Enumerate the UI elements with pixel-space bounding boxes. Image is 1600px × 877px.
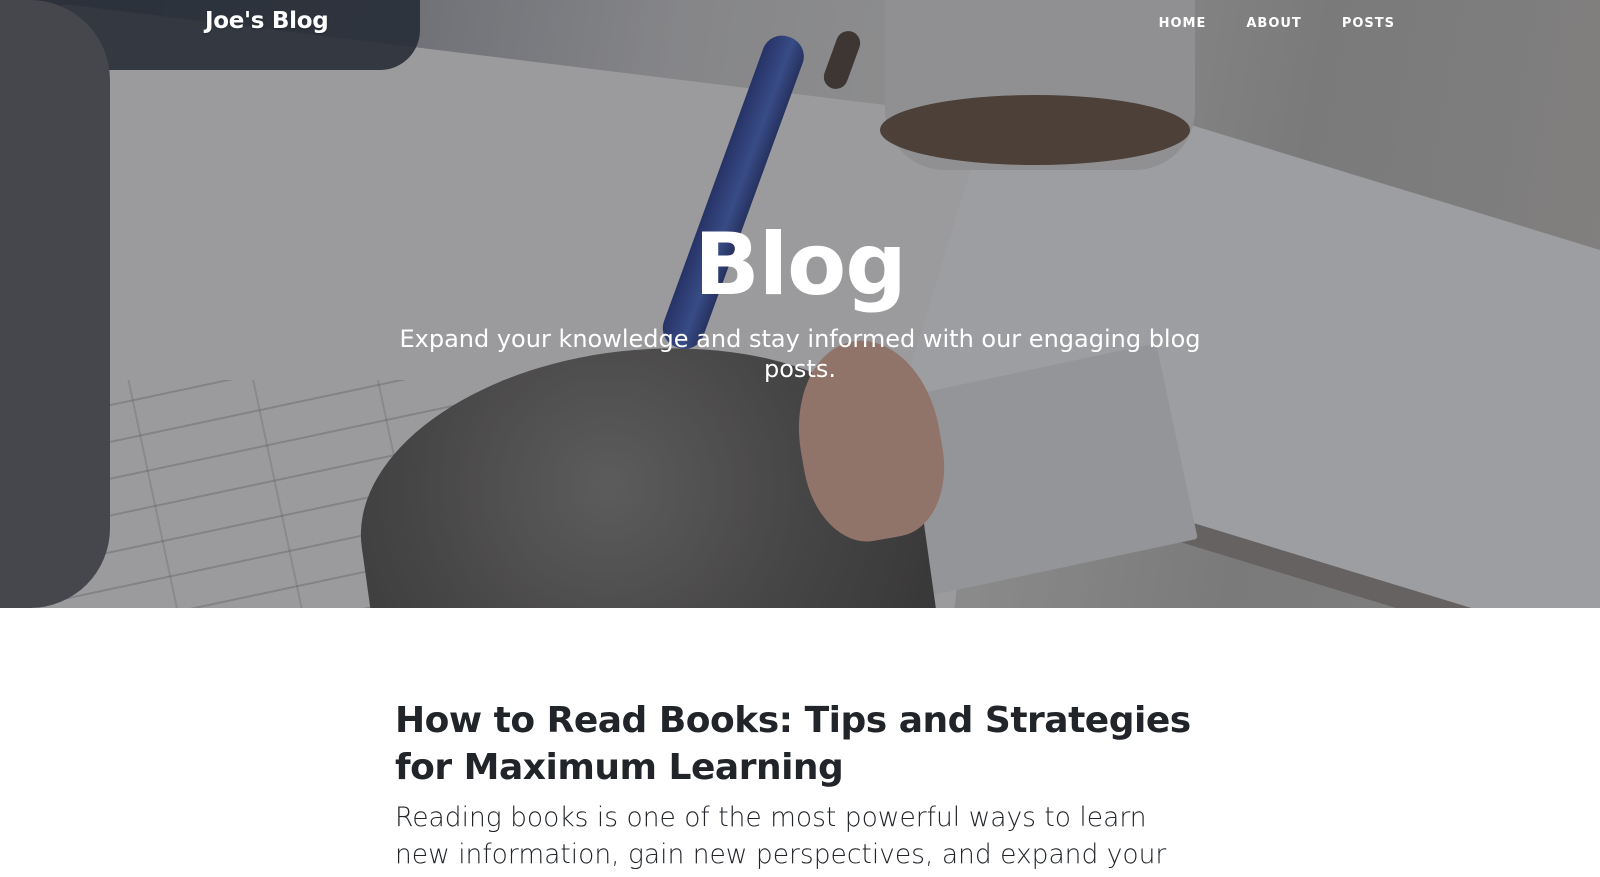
nav-home-link[interactable]: HOME xyxy=(1159,16,1207,31)
post-title-link[interactable]: How to Read Books: Tips and Strategies f… xyxy=(395,697,1215,791)
post-list: How to Read Books: Tips and Strategies f… xyxy=(395,697,1215,873)
post-excerpt: Reading books is one of the most powerfu… xyxy=(395,802,1167,870)
page-title: Blog xyxy=(694,215,907,315)
page-subtitle: Expand your knowledge and stay informed … xyxy=(399,325,1201,383)
nav-posts-link[interactable]: POSTS xyxy=(1342,16,1395,31)
nav-links: HOME ABOUT POSTS xyxy=(1159,16,1395,31)
hero-header: Joe's Blog HOME ABOUT POSTS Blog Expand … xyxy=(0,0,1600,608)
brand-logo-link[interactable]: Joe's Blog xyxy=(205,8,329,34)
hero-heading-block: Blog Expand your knowledge and stay info… xyxy=(0,210,1600,384)
post-preview: How to Read Books: Tips and Strategies f… xyxy=(395,697,1215,873)
top-navigation: Joe's Blog HOME ABOUT POSTS xyxy=(0,0,1600,50)
nav-about-link[interactable]: ABOUT xyxy=(1246,16,1301,31)
